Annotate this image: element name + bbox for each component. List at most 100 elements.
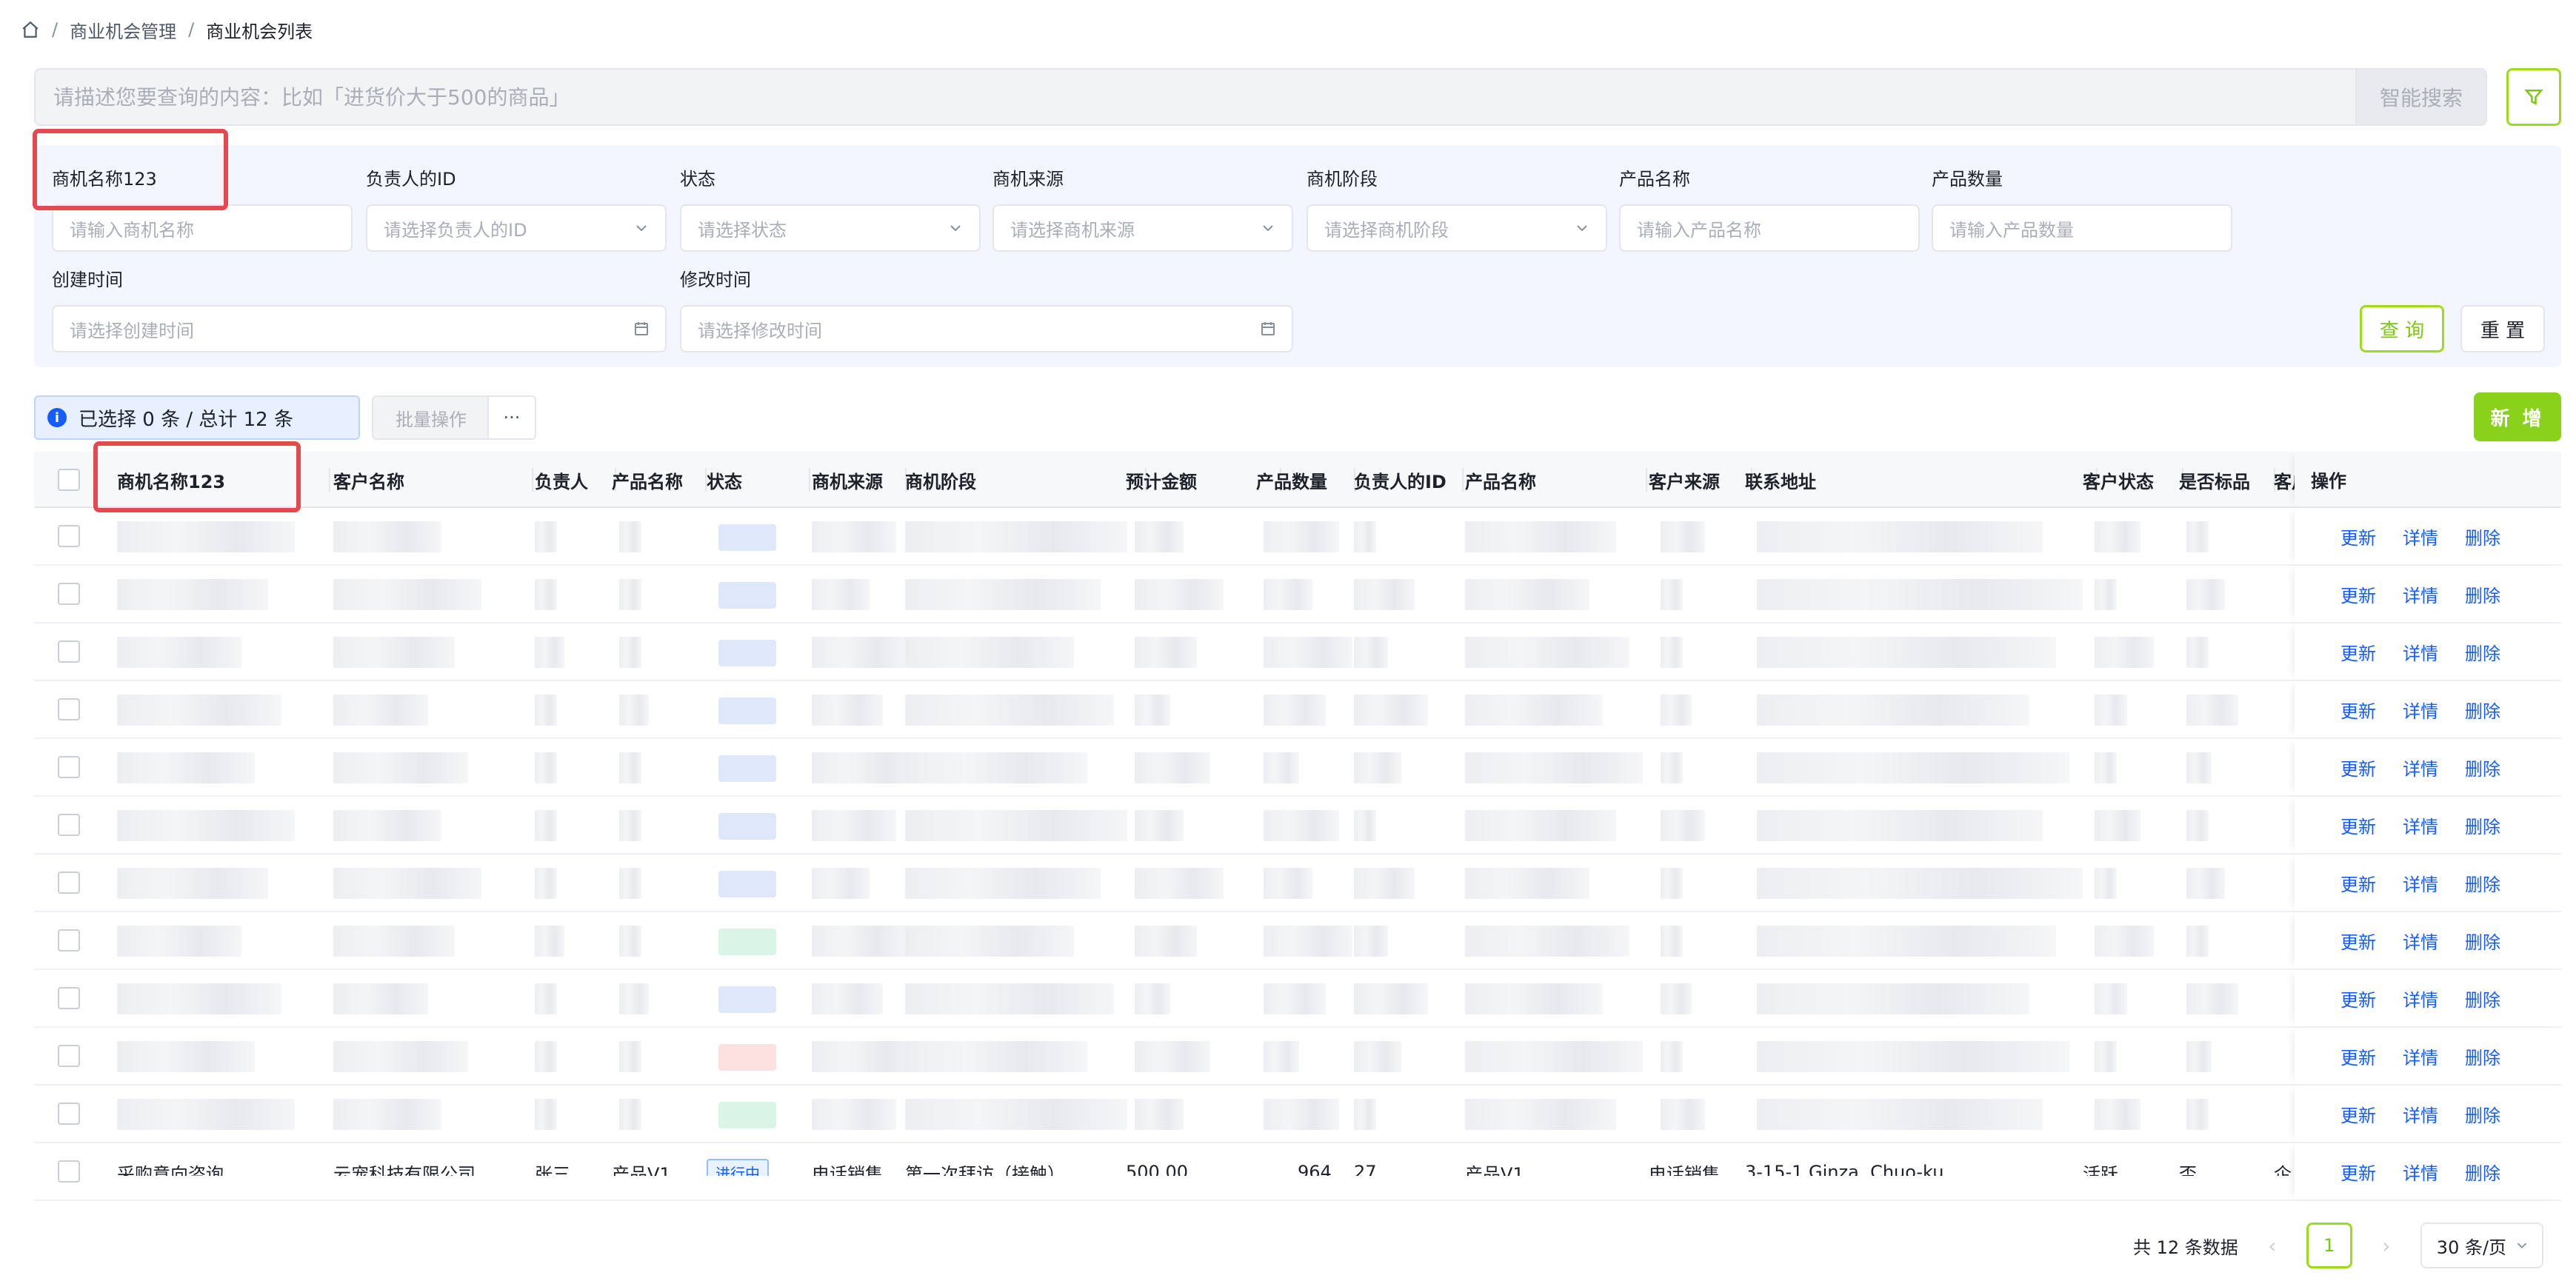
more-options-button[interactable]: ··· bbox=[487, 395, 536, 440]
add-button[interactable]: 新 增 bbox=[2474, 392, 2561, 441]
column-header[interactable]: 负责人 bbox=[535, 452, 616, 508]
filter-label-product-qty: 产品数量 bbox=[1932, 169, 2003, 190]
row-checkbox[interactable] bbox=[58, 929, 80, 951]
detail-link[interactable]: 详情 bbox=[2403, 1043, 2438, 1069]
filter-label-owner-id: 负责人的ID bbox=[366, 169, 456, 190]
row-checkbox[interactable] bbox=[58, 1160, 80, 1183]
detail-link[interactable]: 详情 bbox=[2403, 639, 2438, 665]
filter-select-status[interactable]: 请选择状态 bbox=[680, 204, 981, 252]
blurred-cell bbox=[1757, 868, 2083, 899]
blurred-cell bbox=[535, 579, 557, 610]
smart-search-input[interactable] bbox=[36, 70, 2355, 124]
delete-link[interactable]: 删除 bbox=[2465, 812, 2500, 838]
detail-link[interactable]: 详情 bbox=[2403, 1101, 2438, 1127]
row-checkbox[interactable] bbox=[58, 1045, 80, 1067]
update-link[interactable]: 更新 bbox=[2340, 755, 2376, 780]
delete-link[interactable]: 删除 bbox=[2465, 1043, 2500, 1069]
delete-link[interactable]: 删除 bbox=[2465, 928, 2500, 954]
column-header[interactable]: 是否标品 bbox=[2179, 452, 2275, 508]
row-checkbox[interactable] bbox=[58, 640, 80, 663]
blurred-cell bbox=[905, 1099, 1127, 1130]
page-number-current[interactable]: 1 bbox=[2306, 1223, 2352, 1268]
update-link[interactable]: 更新 bbox=[2340, 639, 2376, 665]
blurred-cell bbox=[1661, 637, 1683, 668]
next-page-button[interactable]: › bbox=[2372, 1223, 2401, 1268]
update-link[interactable]: 更新 bbox=[2340, 1043, 2376, 1069]
column-header[interactable]: 状态 bbox=[707, 452, 810, 508]
breadcrumb-item-management[interactable]: 商业机会管理 bbox=[70, 17, 176, 43]
filter-input-product-name[interactable]: 请输入产品名称 bbox=[1619, 204, 1920, 252]
table-row: 更新 详情 删除 bbox=[34, 797, 2561, 854]
update-link[interactable]: 更新 bbox=[2340, 581, 2376, 607]
blurred-cell bbox=[1661, 695, 1692, 726]
blurred-cell bbox=[535, 810, 557, 841]
blurred-cell bbox=[812, 926, 910, 957]
filter-date-modified[interactable]: 请选择修改时间 bbox=[680, 305, 1293, 352]
detail-link[interactable]: 详情 bbox=[2403, 928, 2438, 954]
table-cell: 3-15-1 Ginza, Chuo-ku bbox=[1745, 1162, 1944, 1183]
row-checkbox[interactable] bbox=[58, 583, 80, 605]
delete-link[interactable]: 删除 bbox=[2465, 1101, 2500, 1127]
detail-link[interactable]: 详情 bbox=[2403, 524, 2438, 549]
reset-button[interactable]: 重 置 bbox=[2460, 305, 2545, 352]
batch-operation-button[interactable]: 批量操作 bbox=[372, 395, 490, 440]
filter-input-name[interactable]: 请输入商机名称 bbox=[52, 204, 353, 252]
delete-link[interactable]: 删除 bbox=[2465, 697, 2500, 723]
delete-link[interactable]: 删除 bbox=[2465, 639, 2500, 665]
row-checkbox[interactable] bbox=[58, 756, 80, 778]
column-header[interactable]: 客户状态 bbox=[2083, 452, 2183, 508]
delete-link[interactable]: 删除 bbox=[2465, 1159, 2500, 1185]
delete-link[interactable]: 删除 bbox=[2465, 581, 2500, 607]
delete-link[interactable]: 删除 bbox=[2465, 870, 2500, 896]
row-checkbox[interactable] bbox=[58, 872, 80, 894]
delete-link[interactable]: 删除 bbox=[2465, 986, 2500, 1011]
row-checkbox[interactable] bbox=[58, 698, 80, 720]
smart-search-button[interactable]: 智能搜索 bbox=[2355, 70, 2486, 124]
update-link[interactable]: 更新 bbox=[2340, 928, 2376, 954]
update-link[interactable]: 更新 bbox=[2340, 1101, 2376, 1127]
column-header[interactable]: 商机来源 bbox=[812, 452, 907, 508]
column-header[interactable]: 产品数量 bbox=[1256, 452, 1355, 508]
query-button[interactable]: 查 询 bbox=[2360, 305, 2444, 352]
update-link[interactable]: 更新 bbox=[2340, 870, 2376, 896]
page-size-select[interactable]: 30 条/页 bbox=[2420, 1223, 2543, 1268]
detail-link[interactable]: 详情 bbox=[2403, 1159, 2438, 1185]
filter-date-created[interactable]: 请选择创建时间 bbox=[52, 305, 667, 352]
home-icon[interactable] bbox=[21, 20, 40, 39]
detail-link[interactable]: 详情 bbox=[2403, 697, 2438, 723]
blurred-cell bbox=[535, 926, 564, 957]
blurred-cell bbox=[1465, 926, 1629, 957]
update-link[interactable]: 更新 bbox=[2340, 812, 2376, 838]
update-link[interactable]: 更新 bbox=[2340, 697, 2376, 723]
filter-select-owner-id[interactable]: 请选择负责人的ID bbox=[366, 204, 667, 252]
delete-link[interactable]: 删除 bbox=[2465, 524, 2500, 549]
detail-link[interactable]: 详情 bbox=[2403, 812, 2438, 838]
row-checkbox[interactable] bbox=[58, 1103, 80, 1125]
column-header[interactable]: 客户来源 bbox=[1649, 452, 1752, 508]
prev-page-button[interactable]: ‹ bbox=[2258, 1223, 2287, 1268]
update-link[interactable]: 更新 bbox=[2340, 986, 2376, 1011]
filter-select-source[interactable]: 请选择商机来源 bbox=[992, 204, 1293, 252]
table-row: 更新 详情 删除 bbox=[34, 1028, 2561, 1086]
update-link[interactable]: 更新 bbox=[2340, 524, 2376, 549]
filter-input-product-qty[interactable]: 请输入产品数量 bbox=[1932, 204, 2232, 252]
update-link[interactable]: 更新 bbox=[2340, 1159, 2376, 1185]
detail-link[interactable]: 详情 bbox=[2403, 581, 2438, 607]
column-header[interactable]: 客户名称 bbox=[333, 452, 533, 508]
row-checkbox[interactable] bbox=[58, 987, 80, 1009]
detail-link[interactable]: 详情 bbox=[2403, 986, 2438, 1011]
column-header[interactable]: 负责人的ID bbox=[1354, 452, 1464, 508]
filter-select-stage[interactable]: 请选择商机阶段 bbox=[1307, 204, 1607, 252]
row-checkbox[interactable] bbox=[58, 525, 80, 547]
detail-link[interactable]: 详情 bbox=[2403, 870, 2438, 896]
delete-link[interactable]: 删除 bbox=[2465, 755, 2500, 780]
column-header[interactable]: 产品名称 bbox=[1465, 452, 1647, 508]
row-checkbox[interactable] bbox=[58, 814, 80, 836]
column-header[interactable]: 联系地址 bbox=[1745, 452, 2098, 508]
filter-toggle-button[interactable] bbox=[2506, 68, 2561, 126]
table-cell: 活跃 bbox=[2083, 1163, 2118, 1185]
column-header[interactable]: 产品名称 bbox=[612, 452, 707, 508]
select-all-checkbox[interactable] bbox=[58, 469, 80, 491]
detail-link[interactable]: 详情 bbox=[2403, 755, 2438, 780]
column-header[interactable]: 商机阶段 bbox=[905, 452, 1147, 508]
